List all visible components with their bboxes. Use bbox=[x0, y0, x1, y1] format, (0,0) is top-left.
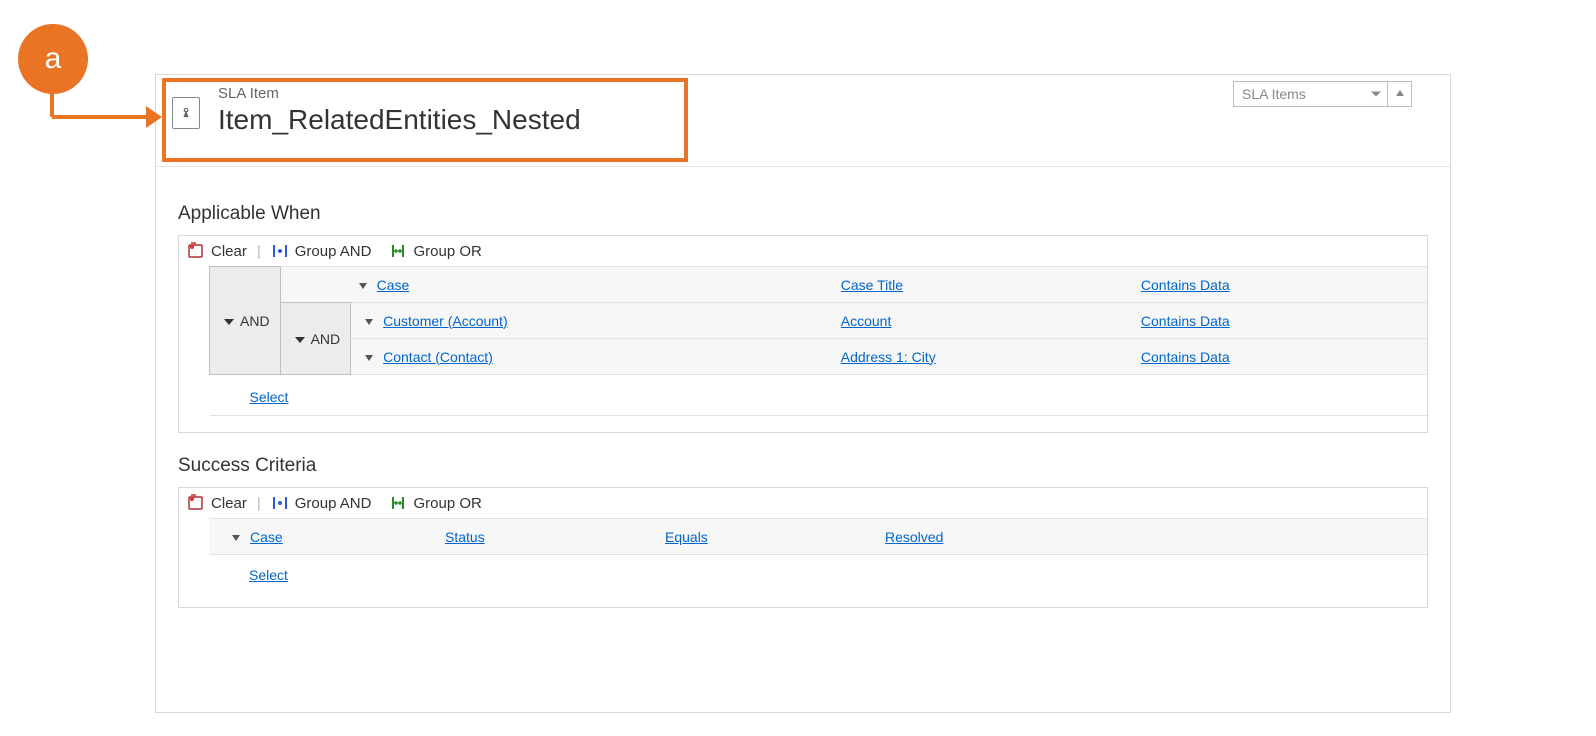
select-link[interactable]: Select bbox=[250, 389, 289, 405]
group-and-icon bbox=[271, 494, 289, 512]
expand-toggle[interactable] bbox=[359, 283, 367, 289]
record-title: Item_RelatedEntities_Nested bbox=[218, 103, 1436, 137]
field-link[interactable]: Status bbox=[445, 529, 485, 545]
operator-link[interactable]: Contains Data bbox=[1141, 349, 1230, 365]
field-link[interactable]: Case Title bbox=[841, 277, 903, 293]
field-link[interactable]: Address 1: City bbox=[841, 349, 936, 365]
operator-link[interactable]: Contains Data bbox=[1141, 313, 1230, 329]
group-or-label: Group OR bbox=[413, 243, 481, 260]
condition-builder: AND Case Case Title Contains Data AND Cu… bbox=[179, 266, 1427, 432]
group-and-icon bbox=[271, 242, 289, 260]
select-link[interactable]: Select bbox=[249, 567, 288, 583]
group-operator-outer[interactable]: AND bbox=[210, 267, 281, 375]
group-and-button[interactable]: Group AND bbox=[271, 242, 372, 260]
caret-down-icon bbox=[224, 319, 234, 325]
form-page: SLA Item Item_RelatedEntities_Nested SLA… bbox=[155, 74, 1451, 713]
group-operator-inner[interactable]: AND bbox=[280, 303, 351, 375]
dropdown-caret-icon bbox=[1371, 92, 1381, 97]
group-or-button[interactable]: Group OR bbox=[389, 242, 481, 260]
group-or-label: Group OR bbox=[413, 495, 481, 512]
record-nav: SLA Items bbox=[1233, 81, 1412, 107]
clear-icon bbox=[187, 494, 205, 512]
form-header: SLA Item Item_RelatedEntities_Nested SLA… bbox=[156, 75, 1450, 167]
entity-link[interactable]: Contact (Contact) bbox=[383, 349, 493, 365]
select-row: Select bbox=[210, 375, 1428, 416]
caret-down-icon bbox=[295, 337, 305, 343]
group-and-label: Group AND bbox=[295, 243, 372, 260]
callout-arrow bbox=[146, 106, 162, 128]
expand-toggle[interactable] bbox=[365, 355, 373, 361]
condition-row: Case Status Equals Resolved bbox=[209, 519, 1427, 555]
section-title-success: Success Criteria bbox=[178, 455, 1428, 477]
callout-letter: a bbox=[45, 42, 62, 76]
condition-table: Case Status Equals Resolved Select bbox=[209, 518, 1427, 591]
applicable-when-panel: Clear | Group AND Group OR bbox=[178, 235, 1428, 433]
operator-label: AND bbox=[311, 331, 341, 347]
group-or-icon bbox=[389, 494, 407, 512]
form-body: Applicable When Clear | Group AND bbox=[156, 167, 1450, 640]
field-link[interactable]: Account bbox=[841, 313, 892, 329]
group-and-button[interactable]: Group AND bbox=[271, 494, 372, 512]
record-nav-dropdown-label: SLA Items bbox=[1242, 86, 1306, 102]
condition-toolbar: Clear | Group AND Group OR bbox=[179, 488, 1427, 518]
entity-link[interactable]: Case bbox=[250, 529, 283, 545]
clear-button[interactable]: Clear bbox=[187, 494, 247, 512]
callout-connector bbox=[50, 92, 54, 117]
select-row: Select bbox=[209, 555, 1427, 592]
record-nav-dropdown[interactable]: SLA Items bbox=[1233, 81, 1388, 107]
entity-link[interactable]: Customer (Account) bbox=[383, 313, 507, 329]
condition-row: Contact (Contact) Address 1: City Contai… bbox=[210, 339, 1428, 375]
group-or-button[interactable]: Group OR bbox=[389, 494, 481, 512]
condition-builder: Case Status Equals Resolved Select bbox=[179, 518, 1427, 607]
condition-row: AND Customer (Account) Account Contains … bbox=[210, 303, 1428, 339]
clear-icon bbox=[187, 242, 205, 260]
expand-toggle[interactable] bbox=[232, 535, 240, 541]
entity-icon bbox=[172, 97, 200, 129]
operator-link[interactable]: Contains Data bbox=[1141, 277, 1230, 293]
group-or-icon bbox=[389, 242, 407, 260]
entity-link[interactable]: Case bbox=[377, 277, 410, 293]
clear-label: Clear bbox=[211, 243, 247, 260]
section-title-applicable: Applicable When bbox=[178, 203, 1428, 225]
group-and-label: Group AND bbox=[295, 495, 372, 512]
toolbar-separator: | bbox=[253, 495, 265, 512]
expand-toggle[interactable] bbox=[365, 319, 373, 325]
value-link[interactable]: Resolved bbox=[885, 529, 943, 545]
condition-toolbar: Clear | Group AND Group OR bbox=[179, 236, 1427, 266]
nav-up-button[interactable] bbox=[1388, 81, 1412, 107]
condition-row: AND Case Case Title Contains Data bbox=[210, 267, 1428, 303]
clear-label: Clear bbox=[211, 495, 247, 512]
operator-label: AND bbox=[240, 313, 270, 329]
callout-badge: a bbox=[18, 24, 88, 94]
condition-table: AND Case Case Title Contains Data AND Cu… bbox=[209, 266, 1427, 416]
clear-button[interactable]: Clear bbox=[187, 242, 247, 260]
callout-connector bbox=[52, 115, 154, 119]
toolbar-separator: | bbox=[253, 243, 265, 260]
operator-link[interactable]: Equals bbox=[665, 529, 708, 545]
success-criteria-panel: Clear | Group AND Group OR bbox=[178, 487, 1428, 608]
